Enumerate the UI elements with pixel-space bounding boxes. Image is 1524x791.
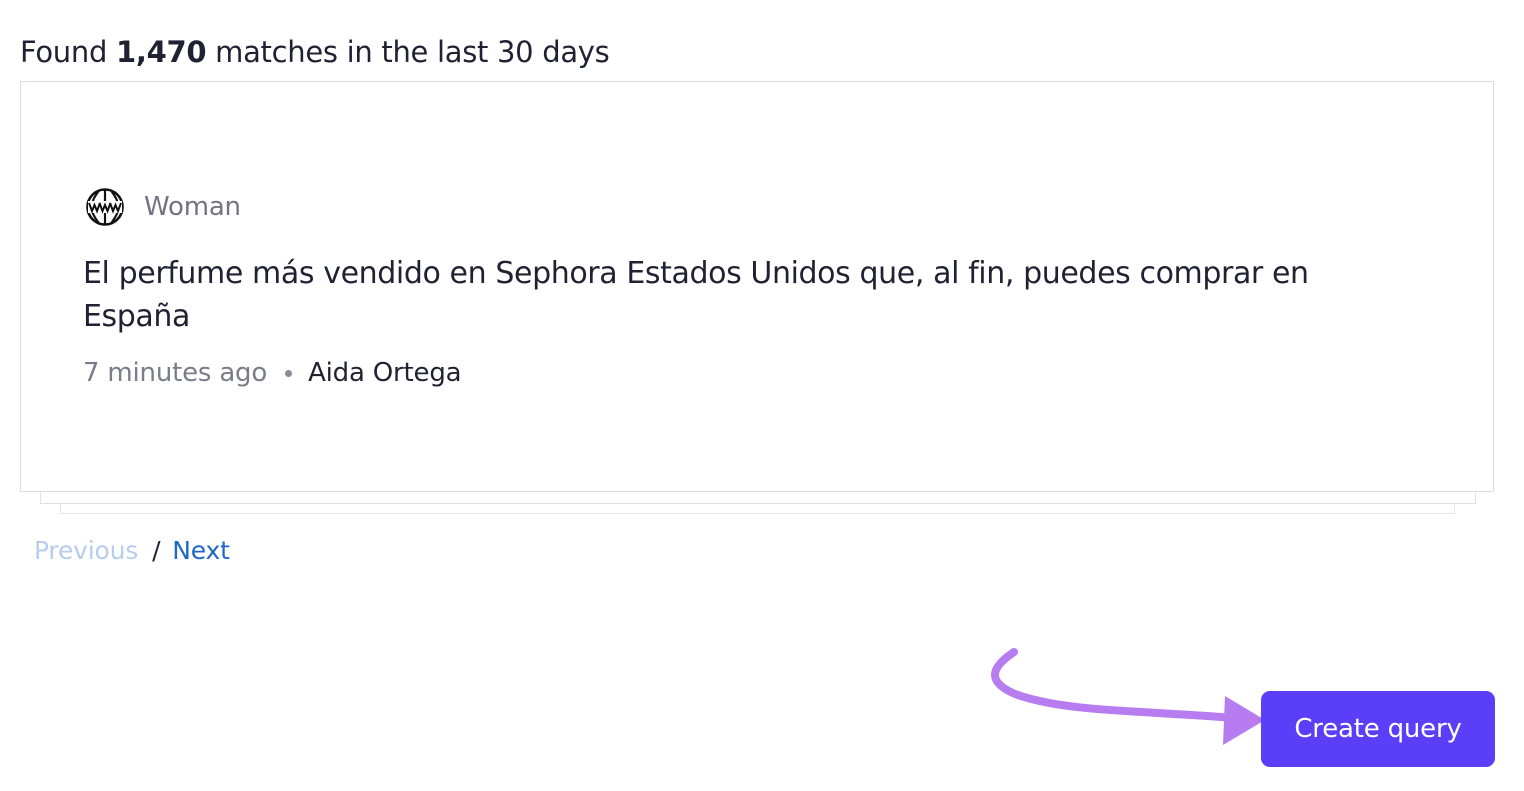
summary-suffix: matches in the last 30 days (206, 35, 610, 69)
author-name: Aida Ortega (308, 358, 462, 388)
create-query-button[interactable]: Create query (1261, 691, 1495, 767)
pointer-arrow-annotation (991, 648, 1265, 745)
pagination: Previous / Next (34, 532, 230, 570)
next-page-link[interactable]: Next (172, 536, 230, 565)
article-headline[interactable]: El perfume más vendido en Sephora Estado… (83, 252, 1403, 338)
article-meta: 7 minutes ago Aida Ortega (83, 358, 462, 388)
summary-prefix: Found (20, 35, 116, 69)
www-globe-icon (85, 187, 125, 227)
meta-separator-dot (285, 369, 293, 377)
published-time: 7 minutes ago (83, 358, 268, 388)
previous-page-link[interactable]: Previous (34, 536, 138, 565)
source-name[interactable]: Woman (144, 192, 241, 222)
results-summary: Found 1,470 matches in the last 30 days (20, 30, 610, 74)
pagination-separator: / (152, 536, 161, 565)
source-row: Woman (85, 186, 241, 228)
match-count: 1,470 (115, 35, 207, 69)
mention-card[interactable]: Woman El perfume más vendido en Sephora … (20, 81, 1494, 492)
